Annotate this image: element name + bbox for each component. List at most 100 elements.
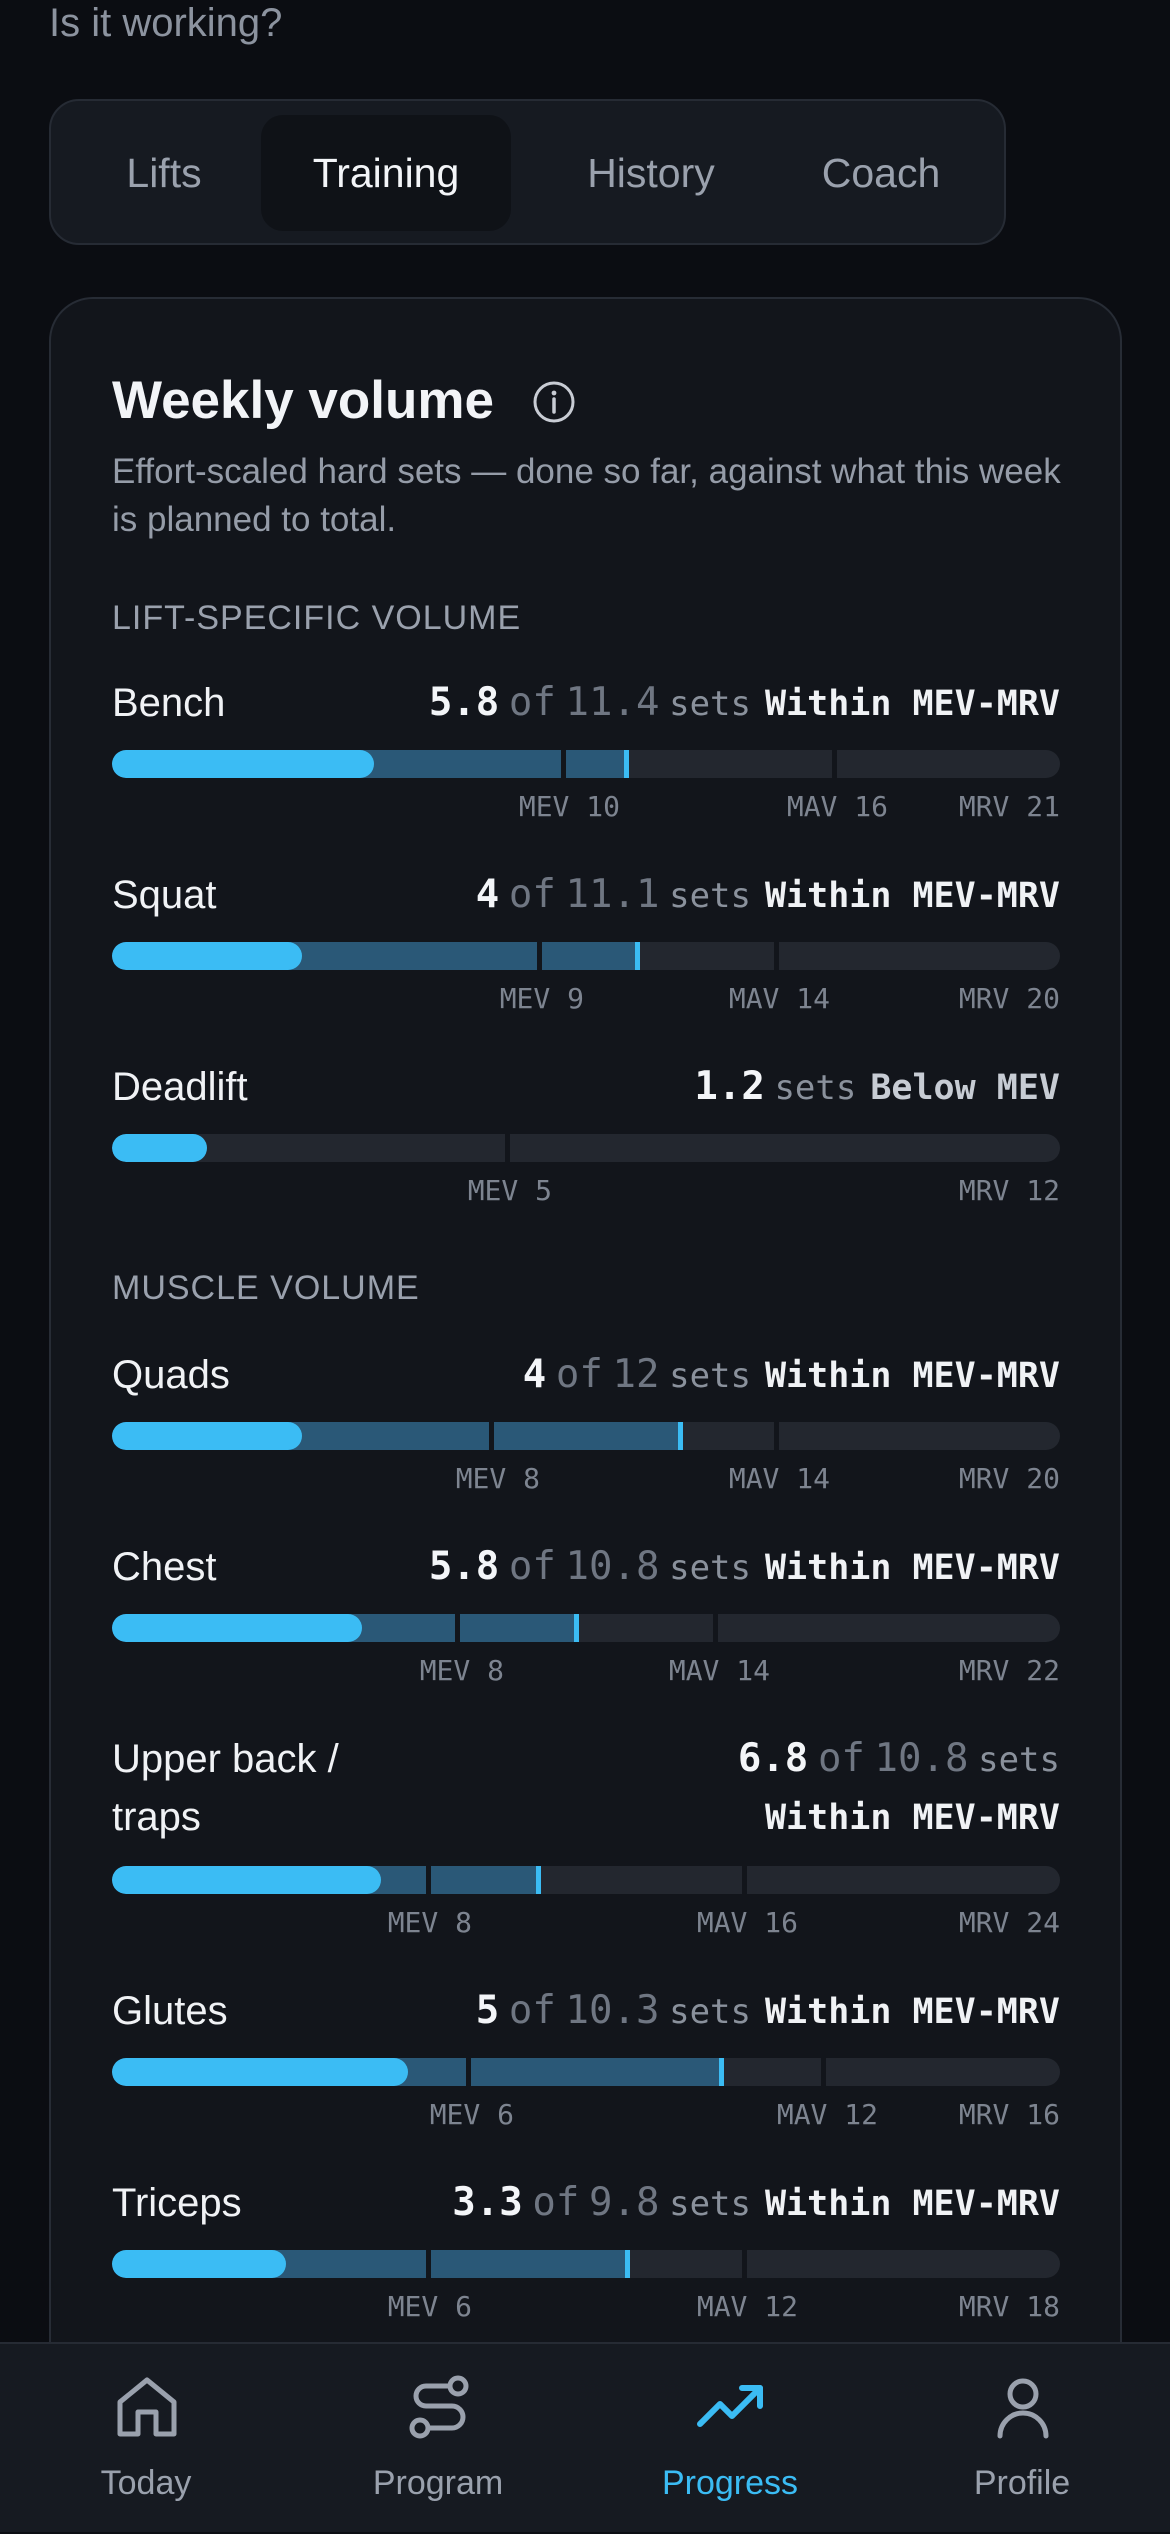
status-text: Within MEV-MRV (764, 2184, 1060, 2224)
row-summary: 5.8 of 10.8 sets Within MEV-MRV (429, 1538, 1060, 1603)
mav-divider (713, 1614, 718, 1642)
nav-label: Progress (661, 2464, 799, 2502)
volume-row-quads: Quads 4 of 12 sets Within MEV-MRV MEV 8 M… (112, 1346, 1060, 1496)
row-summary: 5 of 10.3 sets Within MEV-MRV (476, 1982, 1060, 2047)
nav-program[interactable]: Program (292, 2344, 584, 2534)
target-value: 9.8 (589, 2180, 660, 2225)
mev-divider (426, 1866, 431, 1894)
progress-tabs: Lifts Training History Coach (49, 99, 1006, 245)
section-label-lift-specific: LIFT-SPECIFIC VOLUME (112, 599, 522, 637)
section-label-muscle: MUSCLE VOLUME (112, 1269, 420, 1307)
mev-tick-label: MEV 10 (518, 790, 620, 823)
mrv-tick-label: MRV 21 (958, 790, 1060, 823)
row-summary: 3.3 of 9.8 sets Within MEV-MRV (452, 2174, 1060, 2239)
volume-bar (112, 2058, 1060, 2086)
mrv-tick-label: MRV 24 (958, 1906, 1060, 1939)
mev-divider (561, 750, 566, 778)
of-text: of (817, 1736, 865, 1781)
done-value: 4 (475, 872, 500, 917)
volume-row-squat: Squat 4 of 11.1 sets Within MEV-MRV MEV 9… (112, 866, 1060, 1016)
done-value: 1.2 (694, 1064, 765, 1109)
target-value: 12 (612, 1352, 660, 1397)
volume-bar (112, 942, 1060, 970)
done-volume-fill (112, 1866, 381, 1894)
mev-tick-label: MEV 6 (429, 2098, 514, 2131)
of-text: of (508, 1544, 556, 1589)
info-icon[interactable] (532, 380, 576, 424)
nav-today[interactable]: Today (0, 2344, 292, 2534)
row-summary: 4 of 12 sets Within MEV-MRV (523, 1346, 1060, 1411)
mav-divider (774, 942, 779, 970)
row-name: Squat (112, 873, 217, 917)
bottom-tab-bar: Today Program Progress Profile (0, 2342, 1170, 2532)
mev-tick-label: MEV 8 (455, 1462, 540, 1495)
volume-bar (112, 1134, 1060, 1162)
nav-progress[interactable]: Progress (584, 2344, 876, 2534)
done-volume-fill (112, 750, 374, 778)
target-marker (719, 2058, 724, 2086)
of-text: of (508, 680, 556, 725)
mrv-tick-label: MRV 18 (958, 2290, 1060, 2323)
mev-divider (455, 1614, 460, 1642)
mrv-tick-label: MRV 20 (958, 1462, 1060, 1495)
of-text: of (555, 1352, 603, 1397)
unit-text: sets (978, 1740, 1060, 1780)
row-summary: 1.2 sets Below MEV (694, 1058, 1060, 1123)
mev-tick-label: MEV 5 (467, 1174, 552, 1207)
unit-text: sets (669, 1992, 751, 2032)
done-value: 3.3 (452, 2180, 523, 2225)
user-icon (997, 2378, 1049, 2439)
target-marker (574, 1614, 579, 1642)
home-icon (117, 2377, 177, 2437)
target-marker (624, 750, 629, 778)
nav-profile[interactable]: Profile (876, 2344, 1168, 2534)
mav-tick-label: MAV 12 (776, 2098, 878, 2131)
trending-up-icon (697, 2385, 763, 2427)
mev-tick-label: MEV 6 (387, 2290, 472, 2323)
status-text: Below MEV (870, 1068, 1060, 1108)
route-icon (409, 2375, 469, 2439)
tab-history[interactable]: History (531, 115, 771, 231)
mev-divider (537, 942, 542, 970)
mav-tick-label: MAV 14 (668, 1654, 770, 1687)
mrv-tick-label: MRV 20 (958, 982, 1060, 1015)
row-name: Triceps (112, 2181, 242, 2225)
tab-training[interactable]: Training (261, 115, 511, 231)
row-summary: 5.8 of 11.4 sets Within MEV-MRV (429, 674, 1060, 739)
mav-tick-label: MAV 16 (786, 790, 888, 823)
row-name: Quads (112, 1353, 230, 1397)
page-subtitle: Is it working? (49, 1, 283, 45)
mav-tick-label: MAV 16 (696, 1906, 798, 1939)
of-text: of (532, 2180, 580, 2225)
done-value: 5.8 (428, 1544, 500, 1589)
done-value: 4 (522, 1352, 547, 1397)
volume-bar (112, 2250, 1060, 2278)
volume-row-triceps: Triceps 3.3 of 9.8 sets Within MEV-MRV ME… (112, 2174, 1060, 2324)
status-text: Within MEV-MRV (764, 1356, 1060, 1396)
unit-text: sets (669, 684, 751, 724)
tab-coach[interactable]: Coach (781, 115, 981, 231)
unit-text: sets (774, 1068, 857, 1108)
mev-divider (466, 2058, 471, 2086)
of-text: of (508, 872, 556, 917)
status-text: Within MEV-MRV (764, 684, 1060, 724)
row-name: Upper back / traps (112, 1737, 339, 1839)
tab-lifts[interactable]: Lifts (79, 115, 249, 231)
target-value: 11.4 (565, 680, 660, 725)
mav-tick-label: MAV 14 (728, 1462, 830, 1495)
unit-text: sets (669, 2184, 751, 2224)
mev-tick-label: MEV 8 (387, 1906, 472, 1939)
unit-text: sets (669, 1356, 751, 1396)
unit-text: sets (669, 1548, 751, 1588)
done-value: 5.8 (428, 680, 500, 725)
mev-divider (505, 1134, 510, 1162)
card-title: Weekly volume (112, 371, 494, 430)
row-summary: 4 of 11.1 sets Within MEV-MRV (476, 866, 1060, 931)
target-value: 10.3 (565, 1988, 660, 2033)
target-marker (625, 2250, 630, 2278)
row-summary: 6.8 of 10.8 sets Within MEV-MRV (738, 1730, 1060, 1853)
mev-tick-label: MEV 8 (419, 1654, 504, 1687)
target-marker (635, 942, 640, 970)
of-text: of (508, 1988, 556, 2033)
mav-divider (832, 750, 837, 778)
